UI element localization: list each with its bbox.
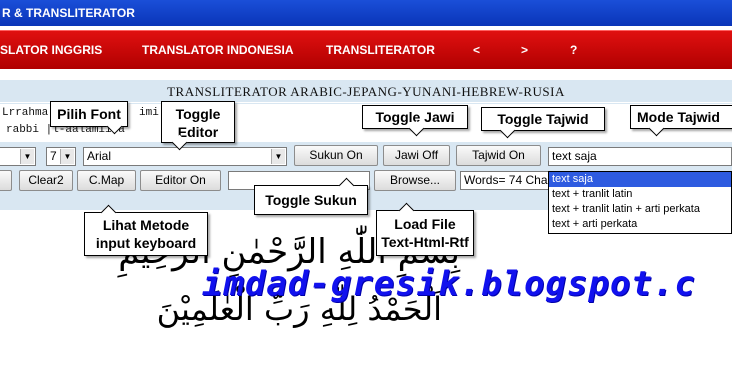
main-menubar: SLATOR INGGRIS TRANSLATOR INDONESIA TRAN… [0, 30, 732, 69]
blog-watermark: imdad-gresik.blogspot.c [202, 264, 696, 304]
menu-next[interactable]: > [521, 31, 528, 69]
window-titlebar: R & TRANSLITERATOR [0, 0, 732, 26]
font-size-value: 7 [50, 149, 57, 163]
callout-toggle-editor: Toggle Editor [161, 101, 235, 151]
editor-toggle-button[interactable]: Editor On [140, 170, 221, 191]
font-size-select[interactable]: 7 ▼ [46, 147, 76, 166]
chevron-down-icon: ▼ [20, 149, 34, 164]
callout-lihat-metode: Lihat Metode input keyboard [84, 204, 208, 256]
first-select[interactable]: ▼ [0, 147, 36, 166]
font-select[interactable]: Arial ▼ [83, 147, 287, 166]
callout-text: Pilih Font [57, 106, 121, 122]
word-count-field: Words= 74 Cha [460, 171, 550, 190]
menu-translator-indonesia[interactable]: TRANSLATOR INDONESIA [142, 31, 294, 69]
window-title: R & TRANSLITERATOR [2, 6, 135, 20]
callout-text: Toggle Sukun [265, 192, 357, 208]
dropdown-option[interactable]: text + tranlit latin [549, 187, 731, 202]
menu-transliterator[interactable]: TRANSLITERATOR [326, 31, 435, 69]
dropdown-option[interactable]: text saja [549, 172, 731, 187]
callout-text: input keyboard [95, 235, 197, 251]
dropdown-option[interactable]: text + arti perkata [549, 217, 731, 232]
callout-pilih-font: Pilih Font [50, 101, 128, 135]
callout-text: Text-Html-Rtf [381, 234, 469, 250]
tajwid-mode-value: text saja [552, 149, 597, 163]
callout-toggle-tajwid: Toggle Tajwid [481, 107, 605, 139]
callout-text: Toggle Tajwid [497, 111, 589, 127]
menu-help[interactable]: ? [570, 31, 577, 69]
clear-button[interactable] [0, 170, 12, 191]
callout-text: Toggle [175, 106, 221, 122]
callout-mode-tajwid: Mode Tajwid [630, 105, 732, 137]
callout-text: Load File [394, 216, 456, 232]
dropdown-option[interactable]: text + tranlit latin + arti perkata [549, 202, 731, 217]
translit-line-1b: imi [139, 107, 159, 119]
browse-button[interactable]: Browse... [374, 170, 456, 191]
chevron-down-icon: ▼ [60, 149, 74, 164]
sukun-toggle-button[interactable]: Sukun On [294, 145, 378, 166]
chevron-down-icon: ▼ [271, 149, 285, 164]
callout-toggle-jawi: Toggle Jawi [362, 105, 468, 137]
callout-load-file: Load File Text-Html-Rtf [376, 202, 474, 256]
app-title: TRANSLITERATOR ARABIC-JEPANG-YUNANI-HEBR… [167, 84, 565, 99]
menu-translator-inggris[interactable]: SLATOR INGGRIS [0, 31, 102, 69]
callout-toggle-sukun: Toggle Sukun [254, 177, 368, 215]
tajwid-toggle-button[interactable]: Tajwid On [456, 145, 541, 166]
jawi-toggle-button[interactable]: Jawi Off [383, 145, 450, 166]
clear2-button[interactable]: Clear2 [19, 170, 73, 191]
font-value: Arial [87, 149, 112, 163]
menu-prev[interactable]: < [473, 31, 480, 69]
tajwid-mode-select[interactable]: text saja [548, 147, 732, 166]
callout-text: Editor [177, 124, 219, 140]
tajwid-mode-dropdown[interactable]: text saja text + tranlit latin text + tr… [548, 171, 732, 234]
translit-line-1: Lrrahma [2, 107, 49, 119]
callout-text: Lihat Metode [102, 217, 190, 233]
callout-text: Mode Tajwid [637, 109, 720, 125]
charmap-button[interactable]: C.Map [77, 170, 136, 191]
